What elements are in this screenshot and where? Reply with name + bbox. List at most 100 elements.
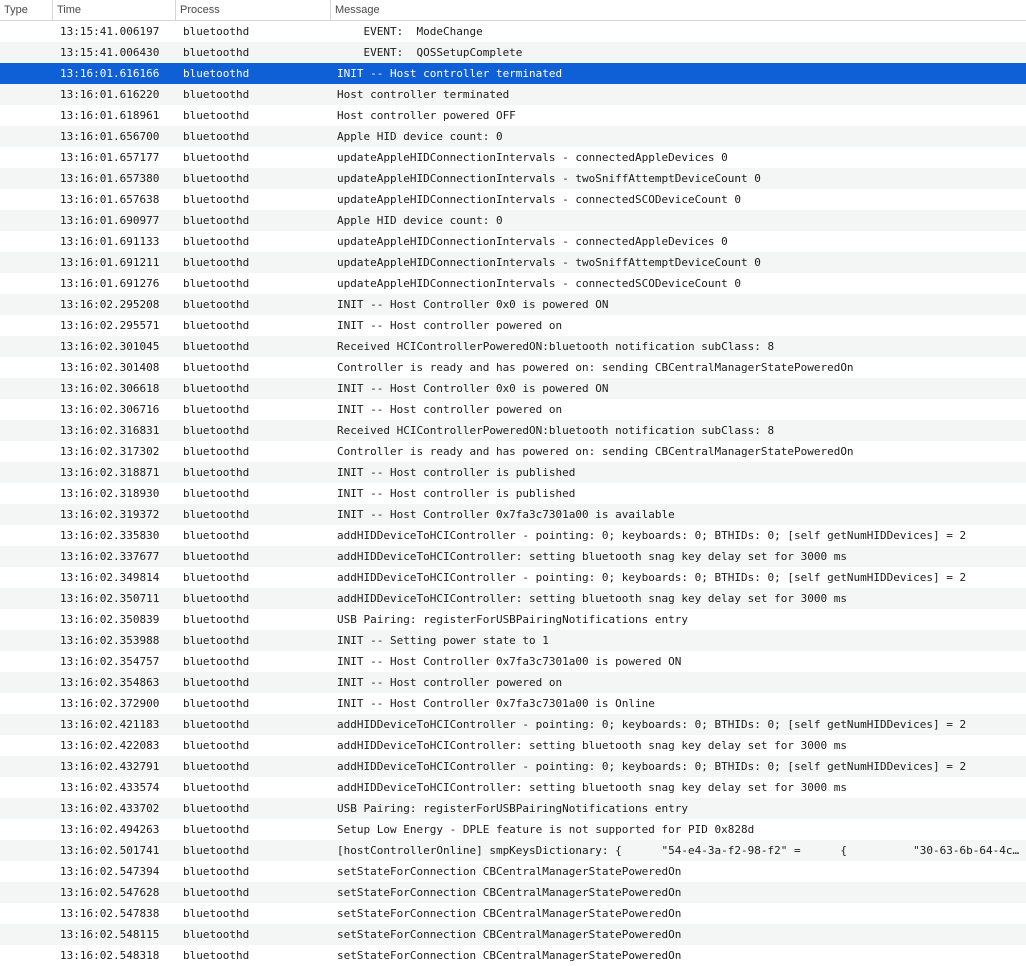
log-row[interactable]: 13:16:01.657177 bluetoothd updateAppleHIDC… [0, 147, 1026, 168]
log-row[interactable]: 13:16:02.316831 bluetoothd Received HCICon… [0, 420, 1026, 441]
log-row[interactable]: 13:16:02.494263 bluetoothd Setup Low Energ… [0, 819, 1026, 840]
log-type-cell [0, 21, 52, 42]
log-message-cell: INIT -- Host controller powered on [337, 319, 563, 332]
log-row[interactable]: 13:16:02.337677 bluetoothd addHIDDeviceToH… [0, 546, 1026, 567]
log-row-selected[interactable]: 13:16:01.616166 bluetoothd INIT -- Host co… [0, 63, 1026, 84]
log-time-cell: 13:16:02.433702 [60, 802, 160, 815]
log-row[interactable]: 13:16:01.690977 bluetoothd Apple HID devic… [0, 210, 1026, 231]
log-message-cell: Apple HID device count: 0 [337, 214, 503, 227]
log-process-cell: bluetoothd [183, 130, 250, 143]
log-message-cell: setStateForConnection CBCentralManagerSt… [337, 928, 682, 941]
log-message-cell: EVENT: QOSSetupComplete [337, 46, 523, 59]
log-row[interactable]: 13:16:02.501741 bluetoothd [hostController… [0, 840, 1026, 861]
log-process-cell: bluetoothd [183, 235, 250, 248]
log-row[interactable]: 13:16:02.548115 bluetoothd setStateForConn… [0, 924, 1026, 945]
log-time-cell: 13:16:02.295571 [60, 319, 160, 332]
log-row[interactable]: 13:16:01.691133 bluetoothd updateAppleHIDC… [0, 231, 1026, 252]
log-process-cell: bluetoothd [183, 319, 250, 332]
log-row[interactable]: 13:16:02.350711 bluetoothd addHIDDeviceToH… [0, 588, 1026, 609]
log-time-cell: 13:16:02.547628 [60, 886, 160, 899]
log-row[interactable]: 13:16:01.657380 bluetoothd updateAppleHIDC… [0, 168, 1026, 189]
log-time-cell: 13:16:02.354757 [60, 655, 160, 668]
log-time-cell: 13:16:02.337677 [60, 550, 160, 563]
log-row[interactable]: 13:16:02.422083 bluetoothd addHIDDeviceToH… [0, 735, 1026, 756]
log-process-cell: bluetoothd [183, 466, 250, 479]
log-row[interactable]: 13:16:02.306618 bluetoothd INIT -- Host Co… [0, 378, 1026, 399]
log-message-cell: INIT -- Host Controller 0x7fa3c7301a00 i… [337, 697, 655, 710]
log-row[interactable]: 13:16:02.295208 bluetoothd INIT -- Host Co… [0, 294, 1026, 315]
log-row[interactable]: 13:16:01.691211 bluetoothd updateAppleHIDC… [0, 252, 1026, 273]
log-message-cell: INIT -- Host Controller 0x7fa3c7301a00 i… [337, 508, 675, 521]
log-row[interactable]: 13:16:02.372900 bluetoothd INIT -- Host Co… [0, 693, 1026, 714]
log-time-cell: 13:16:01.616220 [60, 88, 160, 101]
log-row[interactable]: 13:16:02.306716 bluetoothd INIT -- Host co… [0, 399, 1026, 420]
log-process-cell: bluetoothd [183, 277, 250, 290]
log-row[interactable]: 13:16:02.548318 bluetoothd setStateForConn… [0, 945, 1026, 966]
log-process-cell: bluetoothd [183, 844, 250, 857]
column-header-message[interactable]: Message [330, 0, 1026, 20]
log-message-cell: updateAppleHIDConnectionIntervals - conn… [337, 193, 741, 206]
log-time-cell: 13:16:02.372900 [60, 697, 160, 710]
column-header-type[interactable]: Type [0, 0, 52, 20]
log-message-cell: Received HCIControllerPoweredON:bluetoot… [337, 424, 775, 437]
log-process-cell: bluetoothd [183, 886, 250, 899]
log-type-cell [0, 630, 52, 651]
log-type-cell [0, 672, 52, 693]
log-process-cell: bluetoothd [183, 802, 250, 815]
log-row[interactable]: 13:16:02.317302 bluetoothd Controller is r… [0, 441, 1026, 462]
log-row[interactable]: 13:16:02.353988 bluetoothd INIT -- Setting… [0, 630, 1026, 651]
log-row[interactable]: 13:16:02.433574 bluetoothd addHIDDeviceToH… [0, 777, 1026, 798]
log-message-cell: Controller is ready and has powered on: … [337, 361, 854, 374]
log-row[interactable]: 13:16:02.295571 bluetoothd INIT -- Host co… [0, 315, 1026, 336]
log-process-cell: bluetoothd [183, 718, 250, 731]
log-row[interactable]: 13:16:01.616220 bluetoothd Host controller… [0, 84, 1026, 105]
column-header-process[interactable]: Process [175, 0, 330, 20]
log-table: Type Time Process Message 13:15:41.00619… [0, 0, 1026, 966]
log-rows: 13:15:41.006197 bluetoothd EVENT: ModeCha… [0, 21, 1026, 966]
log-row[interactable]: 13:15:41.006197 bluetoothd EVENT: ModeCha… [0, 21, 1026, 42]
log-row[interactable]: 13:16:02.354863 bluetoothd INIT -- Host co… [0, 672, 1026, 693]
log-row[interactable]: 13:16:02.421183 bluetoothd addHIDDeviceToH… [0, 714, 1026, 735]
log-process-cell: bluetoothd [183, 382, 250, 395]
log-row[interactable]: 13:16:01.656700 bluetoothd Apple HID devic… [0, 126, 1026, 147]
log-row[interactable]: 13:16:02.432791 bluetoothd addHIDDeviceToH… [0, 756, 1026, 777]
log-row[interactable]: 13:16:01.657638 bluetoothd updateAppleHIDC… [0, 189, 1026, 210]
log-message-cell: INIT -- Host controller is published [337, 466, 576, 479]
column-header-time[interactable]: Time [52, 0, 175, 20]
log-row[interactable]: 13:16:02.301045 bluetoothd Received HCICon… [0, 336, 1026, 357]
log-row[interactable]: 13:16:02.335830 bluetoothd addHIDDeviceToH… [0, 525, 1026, 546]
log-message-cell: INIT -- Host controller terminated [337, 67, 563, 80]
log-row[interactable]: 13:16:02.349814 bluetoothd addHIDDeviceToH… [0, 567, 1026, 588]
log-time-cell: 13:16:02.354863 [60, 676, 160, 689]
log-process-cell: bluetoothd [183, 361, 250, 374]
log-time-cell: 13:16:02.353988 [60, 634, 160, 647]
log-row[interactable]: 13:16:02.547394 bluetoothd setStateForConn… [0, 861, 1026, 882]
log-process-cell: bluetoothd [183, 571, 250, 584]
log-type-cell [0, 714, 52, 735]
log-type-cell [0, 273, 52, 294]
log-time-cell: 13:16:02.547838 [60, 907, 160, 920]
log-row[interactable]: 13:16:01.691276 bluetoothd updateAppleHIDC… [0, 273, 1026, 294]
log-time-cell: 13:16:01.657380 [60, 172, 160, 185]
log-row[interactable]: 13:16:01.618961 bluetoothd Host controller… [0, 105, 1026, 126]
log-row[interactable]: 13:16:02.547838 bluetoothd setStateForConn… [0, 903, 1026, 924]
log-row[interactable]: 13:16:02.547628 bluetoothd setStateForConn… [0, 882, 1026, 903]
log-process-cell: bluetoothd [183, 760, 250, 773]
log-type-cell [0, 63, 52, 84]
log-row[interactable]: 13:15:41.006430 bluetoothd EVENT: QOSSetu… [0, 42, 1026, 63]
log-row[interactable]: 13:16:02.433702 bluetoothd USB Pairing: re… [0, 798, 1026, 819]
log-row[interactable]: 13:16:02.354757 bluetoothd INIT -- Host Co… [0, 651, 1026, 672]
log-type-cell [0, 252, 52, 273]
log-row[interactable]: 13:16:02.350839 bluetoothd USB Pairing: re… [0, 609, 1026, 630]
log-message-cell: updateAppleHIDConnectionIntervals - conn… [337, 235, 728, 248]
log-row[interactable]: 13:16:02.319372 bluetoothd INIT -- Host Co… [0, 504, 1026, 525]
log-row[interactable]: 13:16:02.318930 bluetoothd INIT -- Host co… [0, 483, 1026, 504]
log-time-cell: 13:16:02.306716 [60, 403, 160, 416]
log-row[interactable]: 13:16:02.301408 bluetoothd Controller is r… [0, 357, 1026, 378]
log-process-cell: bluetoothd [183, 613, 250, 626]
log-message-cell: INIT -- Host controller is published [337, 487, 576, 500]
log-type-cell [0, 210, 52, 231]
log-time-cell: 13:16:02.295208 [60, 298, 160, 311]
log-row[interactable]: 13:16:02.318871 bluetoothd INIT -- Host co… [0, 462, 1026, 483]
log-type-cell [0, 399, 52, 420]
